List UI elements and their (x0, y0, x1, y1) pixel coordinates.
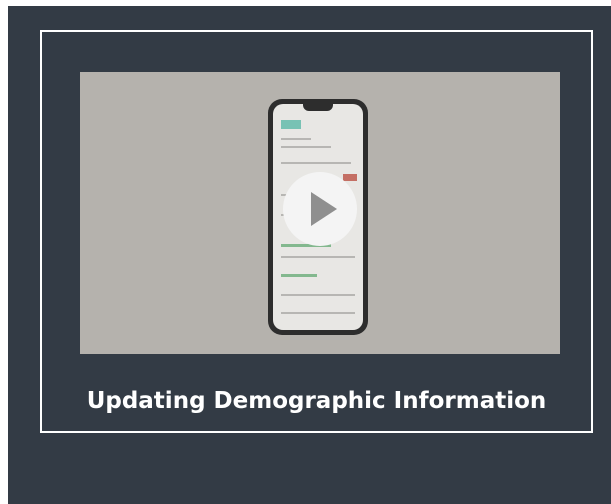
play-button[interactable] (283, 172, 357, 246)
video-thumbnail[interactable] (80, 72, 560, 354)
play-icon (311, 192, 337, 226)
video-title: Updating Demographic Information (86, 388, 547, 414)
